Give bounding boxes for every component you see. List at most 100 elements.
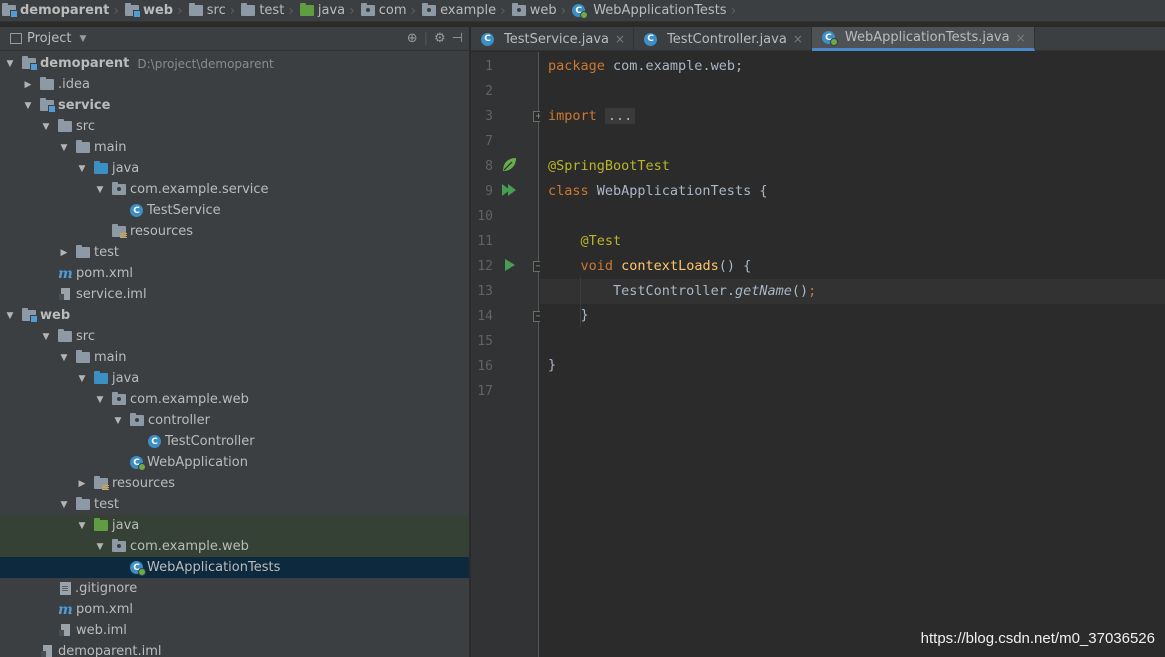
expanded-arrow-icon[interactable]: ▼ [94, 395, 106, 405]
tree-item-package[interactable]: ▼ com.example.web [0, 536, 469, 557]
editor-tabs: C TestService.java × C TestController.java ×… [471, 27, 1165, 51]
code-editor[interactable]: package com.example.web; import ... @Spr… [540, 52, 1165, 657]
tree-item-class[interactable]: C TestService [0, 200, 469, 221]
breadcrumb-item-com[interactable]: com [360, 0, 407, 21]
gear-icon[interactable]: ⚙ [434, 31, 446, 46]
scroll-from-source-icon[interactable]: ⊕ [407, 31, 418, 46]
chevron-right-icon: › [229, 2, 236, 19]
line-number: 10 [477, 209, 493, 224]
module-folder-icon [22, 56, 38, 71]
line-number: 3 [485, 109, 493, 124]
text-file-icon [60, 582, 71, 595]
expanded-arrow-icon[interactable]: ▼ [94, 542, 106, 552]
collapsed-arrow-icon[interactable]: ▶ [58, 248, 70, 258]
tree-item-pom[interactable]: m pom.xml [0, 263, 469, 284]
module-folder-icon [124, 3, 141, 18]
folder-icon [76, 140, 90, 153]
expanded-arrow-icon[interactable]: ▼ [22, 101, 34, 111]
tree-item-src[interactable]: ▼ src [0, 326, 469, 347]
spring-bean-icon[interactable] [500, 156, 518, 174]
tree-item-class[interactable]: C TestController [0, 431, 469, 452]
expanded-arrow-icon[interactable]: ▼ [76, 374, 88, 384]
tree-item-src[interactable]: ▼ src [0, 116, 469, 137]
run-all-tests-icon[interactable] [501, 182, 519, 198]
tab-testcontroller[interactable]: C TestController.java × [634, 27, 812, 51]
breadcrumb-item-web[interactable]: web [124, 0, 173, 21]
expanded-arrow-icon[interactable]: ▼ [76, 164, 88, 174]
code-line: } [580, 307, 589, 323]
tree-item-resources[interactable]: ▶ resources [0, 473, 469, 494]
expanded-arrow-icon[interactable]: ▼ [40, 332, 52, 342]
close-icon[interactable]: × [615, 32, 625, 46]
tree-item-main[interactable]: ▼ main [0, 347, 469, 368]
code-line: import ... [548, 104, 636, 129]
breadcrumb-item-webapplicationtests[interactable]: C WebApplicationTests [572, 0, 727, 21]
tab-webapplicationtests[interactable]: C WebApplicationTests.java × [811, 27, 1035, 51]
line-number: 15 [477, 334, 493, 349]
source-folder-icon [94, 161, 108, 174]
expanded-arrow-icon[interactable]: ▼ [40, 122, 52, 132]
tree-item-iml[interactable]: demoparent.iml [0, 641, 469, 657]
tree-item-pom[interactable]: m pom.xml [0, 599, 469, 620]
tree-item-iml[interactable]: web.iml [0, 620, 469, 641]
folder-icon [40, 77, 54, 90]
chevron-right-icon: › [500, 2, 506, 19]
tree-item-package[interactable]: ▼ controller [0, 410, 469, 431]
breadcrumb-item-demoparent[interactable]: demoparent [2, 0, 109, 21]
expanded-arrow-icon[interactable]: ▼ [58, 353, 70, 363]
line-number: 11 [477, 234, 493, 249]
tree-item-service[interactable]: ▼ service [0, 95, 469, 116]
breadcrumb-item-src[interactable]: src [188, 0, 226, 21]
expanded-arrow-icon[interactable]: ▼ [58, 500, 70, 510]
breadcrumb-item-example[interactable]: example [422, 0, 496, 21]
hide-panel-icon[interactable]: ⊣ [452, 31, 463, 46]
close-icon[interactable]: × [1016, 31, 1026, 45]
folded-imports[interactable]: ... [604, 108, 636, 124]
tree-item-demoparent[interactable]: ▼ demoparent D:\project\demoparent [0, 53, 469, 74]
close-icon[interactable]: × [793, 32, 803, 46]
tree-item-resources[interactable]: resources [0, 221, 469, 242]
folder-icon [76, 497, 90, 510]
run-test-icon[interactable] [503, 258, 517, 272]
tree-item-main[interactable]: ▼ main [0, 137, 469, 158]
chevron-right-icon: › [177, 2, 183, 19]
breadcrumb-item-test[interactable]: test [241, 0, 284, 21]
folder-icon [188, 3, 203, 16]
project-view-selector[interactable]: Project [27, 31, 71, 46]
expanded-arrow-icon[interactable]: ▼ [76, 521, 88, 531]
tree-item-idea[interactable]: ▶ .idea [0, 74, 469, 95]
tree-item-package[interactable]: ▼ com.example.web [0, 389, 469, 410]
tree-item-java[interactable]: ▼ java [0, 515, 469, 536]
module-file-icon [59, 288, 72, 301]
expanded-arrow-icon[interactable]: ▼ [58, 143, 70, 153]
tree-item-test[interactable]: ▶ test [0, 242, 469, 263]
spring-class-icon: C [821, 31, 838, 46]
tree-item-test[interactable]: ▼ test [0, 494, 469, 515]
tab-testservice[interactable]: C TestService.java × [471, 27, 635, 51]
expanded-arrow-icon[interactable]: ▼ [94, 185, 106, 195]
collapsed-arrow-icon[interactable]: ▶ [76, 479, 88, 489]
tree-item-class[interactable]: C WebApplicationTests [0, 557, 469, 578]
collapsed-arrow-icon[interactable]: ▶ [22, 80, 34, 90]
package-icon [130, 413, 144, 426]
tree-item-package[interactable]: ▼ com.example.service [0, 179, 469, 200]
tree-item-file[interactable]: .gitignore [0, 578, 469, 599]
tree-item-web[interactable]: ▼ web [0, 305, 469, 326]
folder-icon [58, 329, 72, 342]
breadcrumb-item-web-package[interactable]: web [511, 0, 557, 21]
code-line: void contextLoads() { [580, 258, 752, 274]
chevron-right-icon: › [288, 2, 294, 19]
tree-item-iml[interactable]: service.iml [0, 284, 469, 305]
expanded-arrow-icon[interactable]: ▼ [4, 59, 16, 69]
editor-gutter[interactable]: 1 2 3 7 8 9 10 11 12 13 14 15 16 17 + − … [471, 52, 544, 657]
expanded-arrow-icon[interactable]: ▼ [112, 416, 124, 426]
chevron-down-icon[interactable]: ▼ [79, 34, 86, 44]
tree-item-java[interactable]: ▼ java [0, 368, 469, 389]
tree-item-java[interactable]: ▼ java [0, 158, 469, 179]
line-number: 14 [477, 309, 493, 324]
tree-item-class[interactable]: C WebApplication [0, 452, 469, 473]
breadcrumb-item-java[interactable]: java [299, 0, 345, 21]
module-file-icon [59, 624, 72, 637]
expanded-arrow-icon[interactable]: ▼ [4, 311, 16, 321]
spring-class-icon: C [130, 456, 146, 471]
